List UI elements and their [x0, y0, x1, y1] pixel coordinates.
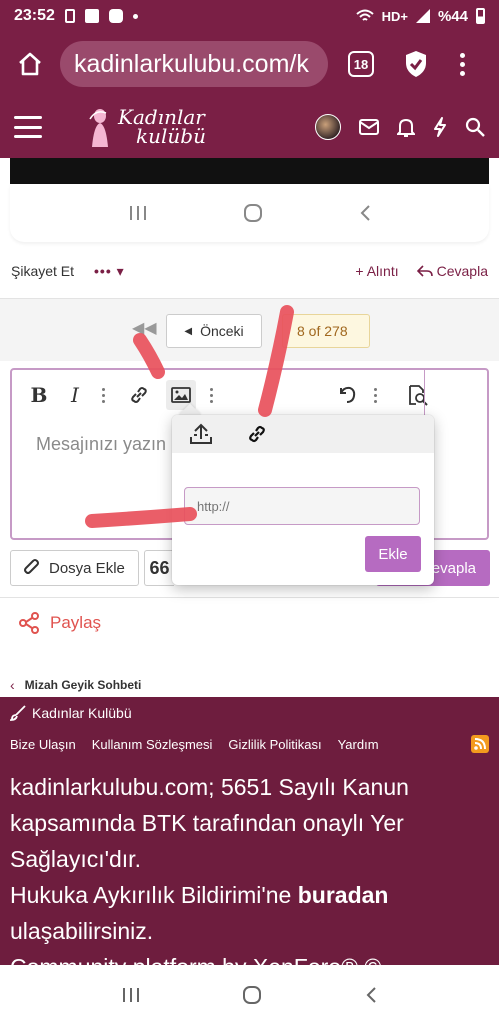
home-button[interactable]: [10, 44, 50, 84]
more-history-icon[interactable]: [370, 382, 380, 408]
status-bar: 23:52 HD+ %44: [0, 0, 499, 32]
hamburger-icon[interactable]: [14, 116, 42, 138]
back-icon[interactable]: [364, 986, 378, 1004]
link-icon[interactable]: [244, 421, 270, 447]
link-icon[interactable]: [126, 382, 152, 408]
bell-icon[interactable]: [397, 117, 415, 137]
home-circle-icon: [243, 204, 262, 222]
popup-tabs: [172, 415, 434, 453]
youtube-icon: [108, 9, 123, 23]
footer-legal-line2-b: ulaşabilirsiniz.: [10, 918, 154, 944]
footer-legal-line2-a: Hukuka Aykırılık Bildirimi'ne: [10, 882, 298, 908]
toolbar-separator: [424, 370, 425, 420]
share-icon: [19, 612, 39, 634]
editor-toolbar: B I: [12, 370, 487, 420]
italic-icon[interactable]: I: [62, 382, 88, 408]
preview-icon[interactable]: [404, 382, 430, 408]
paperclip-icon: [24, 559, 39, 574]
notification-icon: [64, 9, 75, 23]
address-bar[interactable]: kadinlarkulubu.com/k: [60, 41, 328, 87]
embedded-media: [10, 158, 489, 184]
divider: [0, 597, 499, 598]
footer-link-terms[interactable]: Kullanım Sözleşmesi: [92, 737, 213, 752]
reply-link[interactable]: Cevapla: [416, 263, 488, 279]
more-insert-icon[interactable]: [206, 382, 216, 408]
breadcrumb[interactable]: ‹ Mizah Geyik Sohbeti: [10, 676, 141, 694]
footer-brand-link[interactable]: Kadınlar Kulübü: [10, 705, 132, 721]
brush-icon: [10, 705, 26, 721]
more-actions-button[interactable]: ••• ▾: [94, 263, 125, 280]
page-indicator[interactable]: 8 of 278: [282, 314, 370, 348]
share-label: Paylaş: [50, 613, 102, 632]
logo-text-line2: kulübü: [136, 124, 206, 148]
footer-link-help[interactable]: Yardım: [338, 737, 379, 752]
signal-icon: [415, 9, 430, 23]
chevron-left-icon: ‹: [10, 677, 15, 693]
footer-legal-line2: Hukuka Aykırılık Bildirimi'ne buradan ul…: [10, 877, 490, 949]
image-url-input[interactable]: [184, 487, 420, 525]
home-icon: [19, 52, 41, 76]
prev-page-button[interactable]: ◀ Önceki: [166, 314, 262, 348]
bold-icon[interactable]: B: [26, 382, 52, 408]
attach-file-label: Dosya Ekle: [49, 559, 125, 577]
gallery-icon: [84, 9, 99, 23]
back-icon: [360, 205, 370, 221]
more-notifications-icon: [132, 13, 138, 19]
site-footer: Kadınlar Kulübü Bize Ulaşın Kullanım Söz…: [0, 697, 499, 965]
quote-link[interactable]: + Alıntı: [355, 263, 398, 279]
system-nav-bar: [0, 965, 499, 1024]
reply-link-label: Cevapla: [436, 263, 488, 279]
embedded-nav-bar: [10, 184, 489, 242]
avatar[interactable]: [315, 114, 341, 140]
home-circle-icon[interactable]: [242, 985, 262, 1005]
insert-image-button[interactable]: Ekle: [365, 536, 421, 572]
bolt-icon[interactable]: [433, 117, 447, 137]
caret-left-icon: ◀: [184, 325, 193, 337]
report-link[interactable]: Şikayet Et: [11, 263, 74, 279]
breadcrumb-label: Mizah Geyik Sohbeti: [24, 678, 142, 692]
prev-page-label: Önceki: [200, 323, 244, 339]
tab-switcher-button[interactable]: 18: [348, 51, 374, 77]
insert-quote-button[interactable]: 66: [144, 550, 174, 586]
undo-icon[interactable]: [334, 382, 360, 408]
battery-icon: [476, 8, 485, 24]
footer-legal-text: kadinlarkulubu.com; 5651 Sayılı Kanun ka…: [10, 769, 490, 965]
search-icon[interactable]: [465, 117, 485, 137]
share-button[interactable]: Paylaş: [18, 608, 101, 638]
footer-link-privacy[interactable]: Gizlilik Politikası: [228, 737, 321, 752]
first-page-button[interactable]: ◀◀: [132, 318, 157, 342]
footer-platform-line: Community platform by XenForo® ©: [10, 949, 490, 965]
footer-legal-line1: kadinlarkulubu.com; 5651 Sayılı Kanun ka…: [10, 774, 409, 872]
browser-toolbar: kadinlarkulubu.com/k 18: [0, 32, 499, 96]
attach-file-button[interactable]: Dosya Ekle: [10, 550, 139, 586]
reply-icon: [416, 265, 433, 277]
browser-menu-button[interactable]: [460, 52, 465, 76]
rss-icon[interactable]: [471, 735, 489, 753]
wifi-icon: [355, 9, 374, 21]
more-format-icon[interactable]: [98, 382, 108, 408]
logo-figure-icon: [89, 109, 108, 147]
recent-apps-icon: [129, 206, 146, 220]
footer-brand-label: Kadınlar Kulübü: [32, 705, 132, 721]
recent-apps-icon[interactable]: [121, 986, 141, 1004]
footer-links: Bize Ulaşın Kullanım Sözleşmesi Gizlilik…: [10, 735, 489, 753]
post-actions-row: Şikayet Et ••• ▾ + Alıntı Cevapla: [0, 256, 499, 286]
footer-here-link[interactable]: buradan: [298, 882, 389, 908]
upload-icon[interactable]: [188, 421, 214, 447]
mail-icon[interactable]: [359, 119, 379, 135]
battery-level: %44: [437, 7, 468, 25]
editor-placeholder: Mesajınızı yazın: [36, 434, 167, 454]
insert-image-popup: Ekle: [172, 415, 434, 585]
shield-check-icon[interactable]: [402, 48, 430, 80]
status-time: 23:52: [14, 7, 55, 24]
site-header: Kadınlar kulübü: [0, 96, 499, 158]
footer-link-contact[interactable]: Bize Ulaşın: [10, 737, 76, 752]
network-label: HD+: [381, 8, 408, 24]
site-logo[interactable]: Kadınlar kulübü: [88, 107, 206, 147]
